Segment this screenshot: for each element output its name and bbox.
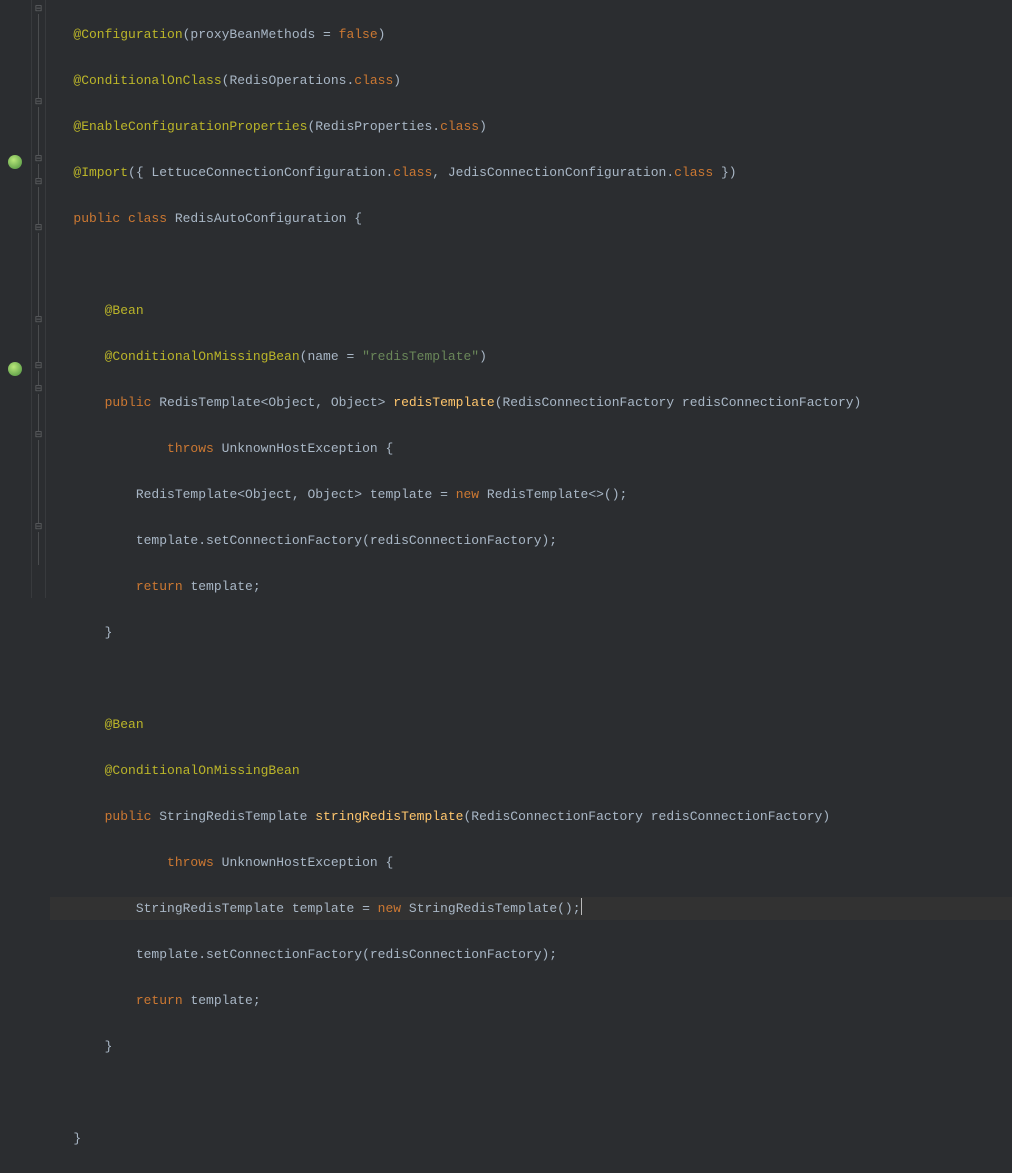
code-line: @ConditionalOnMissingBean — [50, 759, 1012, 782]
code-line: @Bean — [50, 713, 1012, 736]
fold-toggle[interactable]: ⊟ — [34, 523, 43, 532]
code-line: @ConditionalOnClass(RedisOperations.clas… — [50, 69, 1012, 92]
code-line: public StringRedisTemplate stringRedisTe… — [50, 805, 1012, 828]
modified-icon[interactable] — [8, 155, 22, 169]
code-line: return template; — [50, 989, 1012, 1012]
caret — [581, 898, 582, 915]
fold-toggle[interactable]: ⊟ — [34, 431, 43, 440]
code-line: public RedisTemplate<Object, Object> red… — [50, 391, 1012, 414]
code-line: template.setConnectionFactory(redisConne… — [50, 943, 1012, 966]
code-line: @ConditionalOnMissingBean(name = "redisT… — [50, 345, 1012, 368]
fold-toggle[interactable]: ⊟ — [34, 178, 43, 187]
code-line: @Import({ LettuceConnectionConfiguration… — [50, 161, 1012, 184]
code-line: template.setConnectionFactory(redisConne… — [50, 529, 1012, 552]
code-line: throws UnknownHostException { — [50, 437, 1012, 460]
code-area[interactable]: @Configuration(proxyBeanMethods = false)… — [46, 0, 1012, 598]
code-line: public class RedisAutoConfiguration { — [50, 207, 1012, 230]
code-line: return template; — [50, 575, 1012, 598]
code-line — [50, 667, 1012, 690]
fold-toggle[interactable]: ⊟ — [34, 155, 43, 164]
code-line — [50, 253, 1012, 276]
code-line: } — [50, 621, 1012, 644]
code-line: @Bean — [50, 299, 1012, 322]
fold-toggle[interactable]: ⊟ — [34, 316, 43, 325]
gutter — [0, 0, 32, 598]
fold-toggle[interactable]: ⊟ — [34, 362, 43, 371]
code-line-current: StringRedisTemplate template = new Strin… — [50, 897, 1012, 920]
code-line: @EnableConfigurationProperties(RedisProp… — [50, 115, 1012, 138]
code-line: throws UnknownHostException { — [50, 851, 1012, 874]
fold-toggle[interactable]: ⊟ — [34, 224, 43, 233]
fold-toggle[interactable]: ⊟ — [34, 5, 43, 14]
code-line: RedisTemplate<Object, Object> template =… — [50, 483, 1012, 506]
fold-toggle[interactable]: ⊟ — [34, 98, 43, 107]
code-line: } — [50, 1035, 1012, 1058]
fold-column: ⊟ ⊟ ⊟ ⊟ ⊟ ⊟ ⊟ ⊟ ⊟ ⊟ — [32, 0, 46, 598]
fold-toggle[interactable]: ⊟ — [34, 385, 43, 394]
code-line: } — [50, 1127, 1012, 1150]
code-line — [50, 1081, 1012, 1104]
code-line: @Configuration(proxyBeanMethods = false) — [50, 23, 1012, 46]
modified-icon[interactable] — [8, 362, 22, 376]
